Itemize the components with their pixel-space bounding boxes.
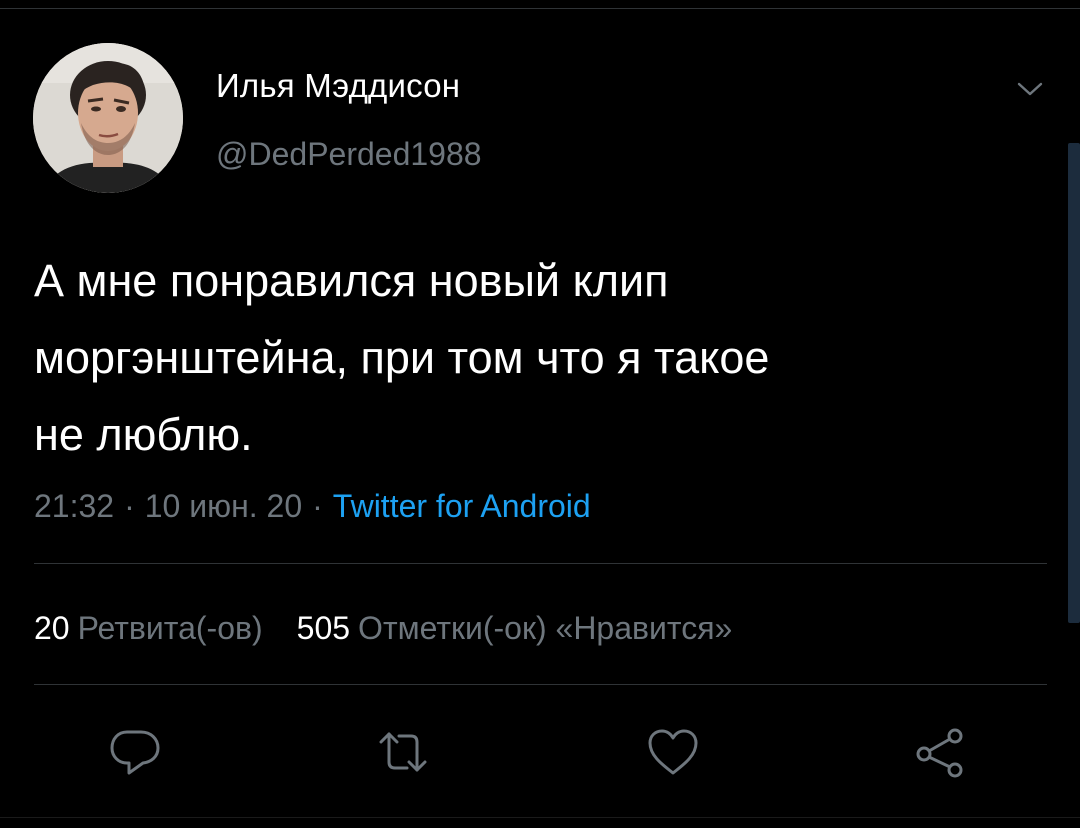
tweet-stats: 20 Ретвита(-ов) 505 Отметки(-ок) «Нравится» xyxy=(34,606,766,650)
tweet-source-link[interactable]: Twitter for Android xyxy=(333,488,591,524)
tweet-text-line: не люблю. xyxy=(34,409,253,460)
retweet-icon xyxy=(379,732,427,772)
tweet-text-line: моргэнштейна, при том что я такое xyxy=(34,332,770,383)
top-divider xyxy=(0,8,1080,9)
author-handle[interactable]: @DedPerded1988 xyxy=(216,134,482,174)
heart-icon xyxy=(648,729,698,775)
stats-bottom-divider xyxy=(34,684,1047,685)
stats-top-divider xyxy=(34,563,1047,564)
meta-separator: · xyxy=(124,488,135,524)
share-button[interactable] xyxy=(910,722,970,782)
meta-separator: · xyxy=(312,488,323,524)
share-icon xyxy=(916,728,963,778)
likes-label: Отметки(-ок) «Нравится» xyxy=(358,610,733,646)
likes-count: 505 xyxy=(296,610,351,646)
tweet-text-line: А мне понравился новый клип xyxy=(34,255,669,306)
like-button[interactable] xyxy=(643,722,703,782)
retweets-stat[interactable]: 20 Ретвита(-ов) xyxy=(34,606,263,650)
scrollbar[interactable] xyxy=(1068,143,1080,623)
author-display-name[interactable]: Илья Мэддисон xyxy=(216,66,460,106)
chevron-down-icon[interactable] xyxy=(1013,72,1047,106)
retweets-count: 20 xyxy=(34,610,70,646)
avatar[interactable] xyxy=(33,43,183,193)
likes-stat[interactable]: 505 Отметки(-ок) «Нравится» xyxy=(297,606,733,650)
tweet-meta: 21:32 · 10 июн. 20 · Twitter for Android xyxy=(34,484,591,528)
retweet-button[interactable] xyxy=(373,722,433,782)
tweet-date[interactable]: 10 июн. 20 xyxy=(145,488,302,524)
tweet-text: А мне понравился новый клип моргэнштейна… xyxy=(34,242,1044,473)
tweet-time[interactable]: 21:32 xyxy=(34,488,114,524)
bottom-divider xyxy=(0,817,1080,818)
reply-button[interactable] xyxy=(105,722,165,782)
reply-icon xyxy=(110,730,160,775)
retweets-label: Ретвита(-ов) xyxy=(77,610,263,646)
